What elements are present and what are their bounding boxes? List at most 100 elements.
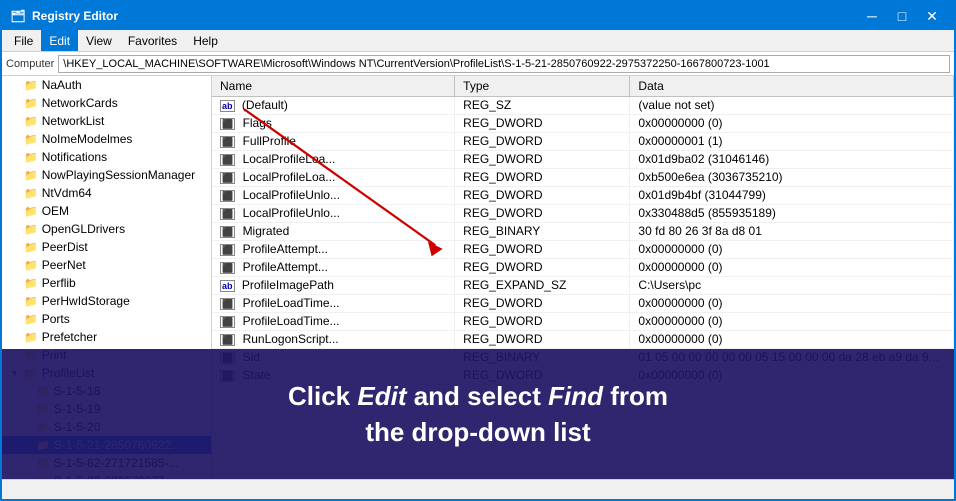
column-header-type[interactable]: Type — [455, 76, 630, 96]
tree-item-networkcards[interactable]: 📁 NetworkCards — [2, 94, 211, 112]
menu-view[interactable]: View — [78, 30, 120, 51]
tree-item-peerdist[interactable]: 📁 PeerDist — [2, 238, 211, 256]
value-name: ProfileAttempt... — [243, 242, 328, 256]
value-name: Migrated — [243, 224, 290, 238]
value-name: ProfileImagePath — [242, 278, 334, 292]
value-icon: ⬛ — [220, 314, 235, 328]
address-input[interactable] — [58, 55, 950, 73]
tree-item-ntvdm64[interactable]: 📁 NtVdm64 — [2, 184, 211, 202]
cell-data: 0x00000001 (1) — [630, 132, 954, 150]
app-icon: 🗂 — [10, 8, 26, 24]
overlay-text: Click Edit and select Find from the drop… — [288, 378, 668, 451]
value-icon: ⬛ — [220, 188, 235, 202]
tree-item-label: NaAuth — [42, 78, 82, 92]
table-row[interactable]: ⬛ ProfileAttempt... REG_DWORD 0x00000000… — [212, 258, 954, 276]
table-row[interactable]: ⬛ Migrated REG_BINARY 30 fd 80 26 3f 8a … — [212, 222, 954, 240]
cell-type: REG_DWORD — [455, 294, 630, 312]
tree-item-ports[interactable]: 📁 Ports — [2, 310, 211, 328]
value-icon: ab — [220, 278, 235, 292]
menu-favorites[interactable]: Favorites — [120, 30, 185, 51]
values-table: Name Type Data ab (Default) REG_SZ (valu… — [212, 76, 954, 385]
tree-item-perflib[interactable]: 📁 Perflib — [2, 274, 211, 292]
minimize-button[interactable]: ─ — [858, 5, 886, 27]
cell-data: C:\Users\pc — [630, 276, 954, 294]
folder-icon: 📁 — [24, 133, 38, 146]
table-row[interactable]: ⬛ ProfileLoadTime... REG_DWORD 0x0000000… — [212, 312, 954, 330]
cell-data: 0x00000000 (0) — [630, 258, 954, 276]
table-row[interactable]: ⬛ Flags REG_DWORD 0x00000000 (0) — [212, 114, 954, 132]
table-row[interactable]: ⬛ ProfileLoadTime... REG_DWORD 0x0000000… — [212, 294, 954, 312]
folder-icon: 📁 — [24, 331, 38, 344]
tree-item-label: Notifications — [42, 150, 107, 164]
table-row[interactable]: ⬛ LocalProfileLoa... REG_DWORD 0x01d9ba0… — [212, 150, 954, 168]
overlay-line2: the drop-down list — [288, 414, 668, 450]
cell-data: 0xb500e6ea (3036735210) — [630, 168, 954, 186]
folder-icon: 📁 — [24, 259, 38, 272]
cell-data: 0x00000000 (0) — [630, 330, 954, 348]
cell-type: REG_EXPAND_SZ — [455, 276, 630, 294]
cell-data: 0x01d9ba02 (31046146) — [630, 150, 954, 168]
table-row[interactable]: ab (Default) REG_SZ (value not set) — [212, 96, 954, 114]
tree-arrow — [10, 116, 22, 126]
menu-bar: File Edit View Favorites Help — [2, 30, 954, 52]
value-icon: ⬛ — [220, 296, 235, 310]
value-name: ProfileLoadTime... — [243, 314, 340, 328]
tree-arrow — [10, 242, 22, 252]
tree-arrow — [10, 314, 22, 324]
tree-item-naauth[interactable]: 📁 NaAuth — [2, 76, 211, 94]
value-name: RunLogonScript... — [243, 332, 339, 346]
tree-item-notifications[interactable]: 📁 Notifications — [2, 148, 211, 166]
table-row[interactable]: ⬛ LocalProfileUnlo... REG_DWORD 0x330488… — [212, 204, 954, 222]
menu-help[interactable]: Help — [185, 30, 226, 51]
tree-arrow — [10, 188, 22, 198]
value-name: LocalProfileLoa... — [243, 152, 336, 166]
value-name: LocalProfileUnlo... — [243, 206, 340, 220]
cell-name: ⬛ RunLogonScript... — [212, 330, 455, 348]
table-row[interactable]: ⬛ ProfileAttempt... REG_DWORD 0x00000000… — [212, 240, 954, 258]
value-icon: ⬛ — [220, 170, 235, 184]
maximize-button[interactable]: □ — [888, 5, 916, 27]
cell-data: 0x00000000 (0) — [630, 294, 954, 312]
tree-arrow — [10, 206, 22, 216]
folder-icon: 📁 — [24, 169, 38, 182]
folder-icon: 📁 — [24, 223, 38, 236]
tree-arrow — [10, 224, 22, 234]
tree-item-nowplaying[interactable]: 📁 NowPlayingSessionManager — [2, 166, 211, 184]
table-row[interactable]: ⬛ RunLogonScript... REG_DWORD 0x00000000… — [212, 330, 954, 348]
tree-arrow — [10, 134, 22, 144]
window-title: Registry Editor — [32, 9, 118, 23]
table-row[interactable]: ⬛ LocalProfileUnlo... REG_DWORD 0x01d9b4… — [212, 186, 954, 204]
tree-item-label: Prefetcher — [42, 330, 97, 344]
menu-file[interactable]: File — [6, 30, 41, 51]
tree-item-prefetcher[interactable]: 📁 Prefetcher — [2, 328, 211, 346]
column-header-data[interactable]: Data — [630, 76, 954, 96]
tree-item-label: Perflib — [42, 276, 76, 290]
table-row[interactable]: ⬛ LocalProfileLoa... REG_DWORD 0xb500e6e… — [212, 168, 954, 186]
column-header-name[interactable]: Name — [212, 76, 455, 96]
tree-item-perhwidstorage[interactable]: 📁 PerHwIdStorage — [2, 292, 211, 310]
tree-item-peernet[interactable]: 📁 PeerNet — [2, 256, 211, 274]
cell-type: REG_DWORD — [455, 114, 630, 132]
cell-type: REG_DWORD — [455, 240, 630, 258]
tree-item-noime[interactable]: 📁 NoImeModelmes — [2, 130, 211, 148]
cell-name: ab (Default) — [212, 96, 455, 114]
table-row[interactable]: ⬛ FullProfile REG_DWORD 0x00000001 (1) — [212, 132, 954, 150]
folder-icon: 📁 — [24, 295, 38, 308]
tree-item-oem[interactable]: 📁 OEM — [2, 202, 211, 220]
value-icon: ⬛ — [220, 152, 235, 166]
address-bar: Computer — [2, 52, 954, 76]
tree-item-opengl[interactable]: 📁 OpenGLDrivers — [2, 220, 211, 238]
address-label: Computer — [6, 58, 54, 70]
folder-icon: 📁 — [24, 187, 38, 200]
close-button[interactable]: ✕ — [918, 5, 946, 27]
overlay-line1: Click Edit and select Find from — [288, 378, 668, 414]
table-row[interactable]: ab ProfileImagePath REG_EXPAND_SZ C:\Use… — [212, 276, 954, 294]
tree-item-networklist[interactable]: 📁 NetworkList — [2, 112, 211, 130]
value-icon: ⬛ — [220, 116, 235, 130]
tree-item-label: NoImeModelmes — [42, 132, 133, 146]
value-icon: ⬛ — [220, 206, 235, 220]
cell-data: 0x00000000 (0) — [630, 312, 954, 330]
window-controls: ─ □ ✕ — [858, 5, 946, 27]
folder-icon: 📁 — [24, 97, 38, 110]
menu-edit[interactable]: Edit — [41, 30, 78, 51]
